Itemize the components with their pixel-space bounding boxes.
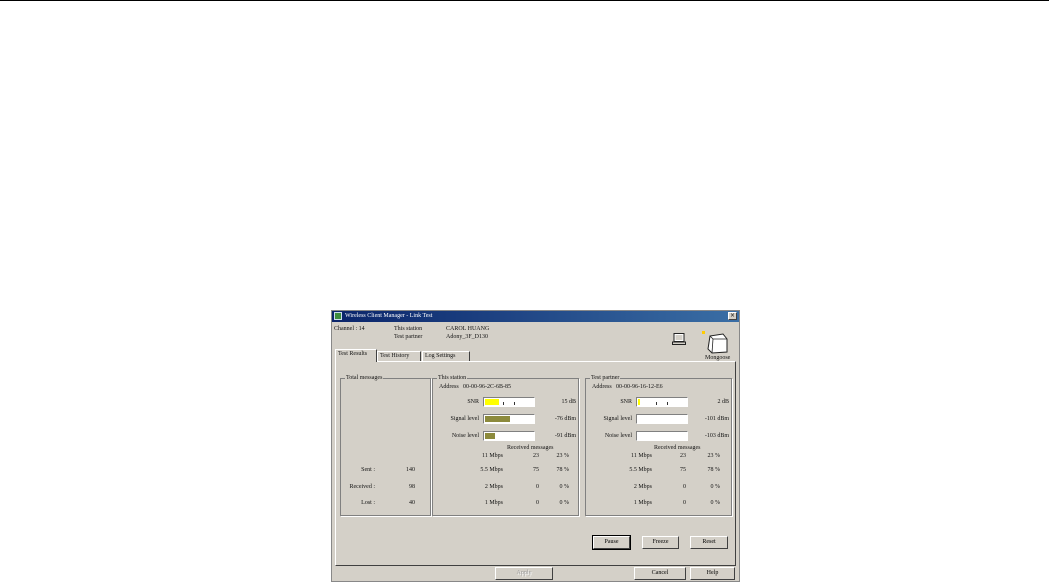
page-top-rule xyxy=(0,0,1049,1)
tp-signal-label: Signal level xyxy=(603,416,633,422)
meter-tick xyxy=(656,402,657,405)
meter-tick xyxy=(503,402,504,405)
computer-icon xyxy=(672,333,686,345)
app-icon xyxy=(334,312,342,320)
tp-rate-5-5: 5.5 Mbps xyxy=(629,467,652,473)
close-button[interactable]: × xyxy=(728,312,737,320)
ts-pct-11: 23 % xyxy=(556,453,570,459)
meter-fill xyxy=(485,416,510,422)
pause-button[interactable]: Pause xyxy=(592,535,631,550)
tp-count-2: 0 xyxy=(683,484,686,490)
lost-label: Lost : xyxy=(361,500,375,506)
tp-noise-label: Noise level xyxy=(604,433,632,439)
ts-noise-value: -91 dBm xyxy=(554,433,576,439)
reset-button[interactable]: Reset xyxy=(690,536,728,549)
ts-pct-5-5: 78 % xyxy=(556,467,570,473)
total-messages-title: Total messages xyxy=(345,374,384,382)
ts-signal-label: Signal level xyxy=(450,416,480,422)
sent-label: Sent : xyxy=(361,467,375,473)
tp-signal-meter xyxy=(636,414,688,424)
test-results-panel: Total messages Sent : 140 Received : 98 … xyxy=(335,361,736,566)
help-button[interactable]: Help xyxy=(690,567,735,580)
link-test-dialog: Wireless Client Manager - Link Test × Ch… xyxy=(331,310,740,582)
ts-snr-value: 15 dB xyxy=(561,399,576,405)
tp-rate-2: 2 Mbps xyxy=(633,484,652,490)
test-partner-address: 00-00-96-16-12-E6 xyxy=(616,384,663,390)
tab-test-results[interactable]: Test Results xyxy=(335,349,377,362)
tab-test-history[interactable]: Test History xyxy=(377,351,421,361)
tp-count-5-5: 75 xyxy=(680,467,686,473)
tp-noise-value: -103 dBm xyxy=(704,433,729,439)
ts-snr-meter xyxy=(483,397,535,407)
this-station-address: 00-00-96-2C-6B-85 xyxy=(463,384,511,390)
tp-count-11: 23 xyxy=(680,453,686,459)
test-partner-label: Test partner xyxy=(394,334,423,340)
meter-tick xyxy=(514,402,515,405)
tp-pct-1: 0 % xyxy=(710,500,721,506)
tp-rate-1: 1 Mbps xyxy=(633,500,652,506)
ts-rate-1: 1 Mbps xyxy=(484,500,503,506)
tp-received-title: Received messages xyxy=(654,445,701,451)
received-value: 98 xyxy=(409,484,415,490)
freeze-button[interactable]: Freeze xyxy=(642,536,679,549)
ts-pct-1: 0 % xyxy=(559,500,570,506)
meter-fill xyxy=(485,433,495,439)
sent-value: 140 xyxy=(406,467,415,473)
ts-snr-label: SNR xyxy=(467,399,479,405)
ts-received-title: Received messages xyxy=(507,445,554,451)
ts-rate-2: 2 Mbps xyxy=(484,484,503,490)
apply-button[interactable]: Apply xyxy=(495,567,553,580)
tp-pct-11: 23 % xyxy=(707,453,721,459)
access-point-icon xyxy=(702,331,728,354)
ts-pct-2: 0 % xyxy=(559,484,570,490)
this-station-label: This station xyxy=(394,326,423,332)
ts-count-11: 23 xyxy=(533,453,539,459)
ts-noise-label: Noise level xyxy=(451,433,479,439)
this-station-value: CAROL HUANG xyxy=(446,326,490,332)
tab-log-settings[interactable]: Log Settings xyxy=(422,351,470,361)
tp-rate-11: 11 Mbps xyxy=(631,453,652,459)
ts-rate-11: 11 Mbps xyxy=(482,453,503,459)
this-station-title: This station xyxy=(437,374,468,382)
meter-tick xyxy=(667,402,668,405)
ts-count-2: 0 xyxy=(536,484,539,490)
meter-fill xyxy=(485,399,500,405)
ts-count-5-5: 75 xyxy=(533,467,539,473)
cancel-button[interactable]: Cancel xyxy=(634,567,686,580)
tp-noise-meter xyxy=(636,431,688,441)
this-station-group: This station Address 00-00-96-2C-6B-85 S… xyxy=(432,374,579,516)
ts-signal-value: -76 dBm xyxy=(554,416,576,422)
tp-pct-5-5: 78 % xyxy=(707,467,721,473)
tp-snr-label: SNR xyxy=(620,399,632,405)
tp-snr-value: 2 dB xyxy=(717,399,729,405)
tp-snr-meter xyxy=(636,397,688,407)
test-partner-group: Test partner Address 00-00-96-16-12-E6 S… xyxy=(585,374,732,516)
tp-count-1: 0 xyxy=(683,500,686,506)
tp-pct-2: 0 % xyxy=(710,484,721,490)
ts-signal-meter xyxy=(483,414,535,424)
window-title: Wireless Client Manager - Link Test xyxy=(345,313,433,319)
ts-rate-5-5: 5.5 Mbps xyxy=(480,467,503,473)
lost-value: 40 xyxy=(409,500,415,506)
test-partner-value: Adony_3F_D130 xyxy=(446,334,489,340)
channel-label: Channel : 14 xyxy=(334,326,365,332)
test-partner-address-label: Address xyxy=(592,384,612,390)
meter-fill xyxy=(638,399,640,405)
received-label: Received : xyxy=(349,484,376,490)
tp-signal-value: -101 dBm xyxy=(704,416,729,422)
total-messages-group: Total messages Sent : 140 Received : 98 … xyxy=(340,374,431,516)
ts-count-1: 0 xyxy=(536,500,539,506)
ts-noise-meter xyxy=(483,431,535,441)
test-partner-title: Test partner xyxy=(590,374,621,382)
this-station-address-label: Address xyxy=(439,384,459,390)
title-bar[interactable]: Wireless Client Manager - Link Test × xyxy=(332,311,739,322)
